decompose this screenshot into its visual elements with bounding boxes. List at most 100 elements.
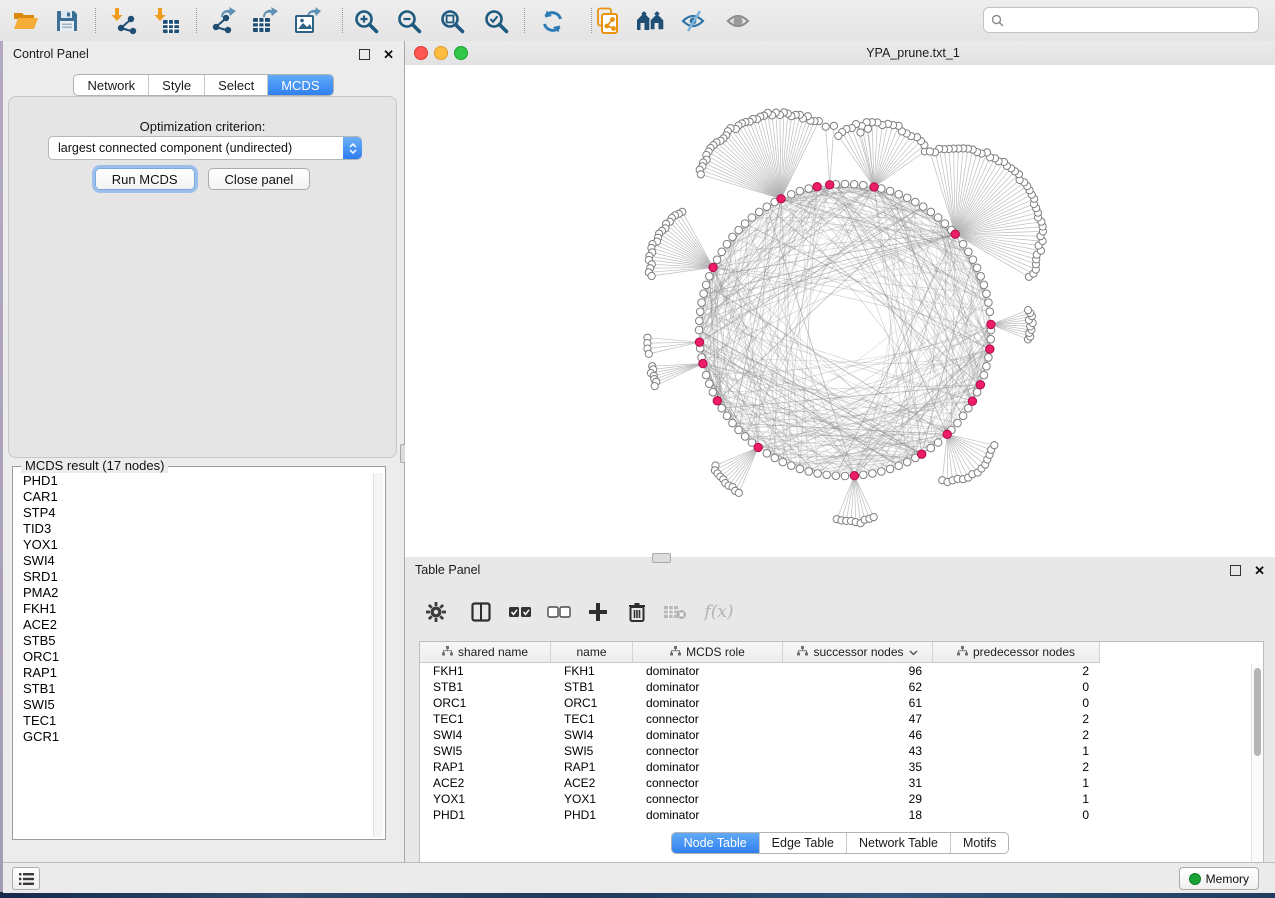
memory-button[interactable]: Memory [1179,867,1259,890]
run-mcds-button[interactable]: Run MCDS [95,168,195,190]
open-folder-icon[interactable] [11,6,41,36]
column-header-predecessor-nodes[interactable]: predecessor nodes [933,642,1100,663]
column-header-name[interactable]: name [551,642,633,663]
list-item[interactable]: YOX1 [23,537,373,553]
export-table-icon[interactable] [249,6,279,36]
refresh-layout-icon[interactable] [537,6,567,36]
list-item[interactable]: PHD1 [23,473,373,489]
tab-network[interactable]: Network [74,75,149,95]
network-title: YPA_prune.txt_1 [866,46,960,60]
zoom-out-icon[interactable] [394,6,424,36]
list-item[interactable]: STB5 [23,633,373,649]
column-header-mcds-role[interactable]: MCDS role [633,642,783,663]
import-table-icon[interactable] [152,6,182,36]
network-document-icon[interactable] [593,6,623,36]
show-graphics-icon[interactable] [724,6,754,36]
table-scrollbar-thumb[interactable] [1254,668,1261,756]
result-scrollbar[interactable] [373,473,383,837]
list-item[interactable]: SWI5 [23,697,373,713]
table-cell: PHD1 [551,807,633,823]
list-item[interactable]: SWI4 [23,553,373,569]
list-item[interactable]: STP4 [23,505,373,521]
criterion-value: largest connected component (undirected) [49,141,343,155]
hide-graphics-icon[interactable] [679,6,709,36]
table-row[interactable]: PHD1PHD1dominator180 [420,807,1263,823]
float-table-panel-icon[interactable] [1230,565,1241,576]
tab-motifs[interactable]: Motifs [951,833,1008,853]
table-cell: 96 [783,663,933,679]
close-table-panel-icon[interactable]: ✕ [1254,564,1265,577]
tab-network-table[interactable]: Network Table [847,833,951,853]
close-panel-icon[interactable]: ✕ [383,48,394,61]
column-header-shared-name[interactable]: shared name [420,642,551,663]
mcds-result-list: PHD1CAR1STP4TID3YOX1SWI4SRD1PMA2FKH1ACE2… [14,473,373,838]
table-row[interactable]: ORC1ORC1dominator610 [420,695,1263,711]
table-cell: SWI4 [551,727,633,743]
export-image-icon[interactable] [292,6,322,36]
export-network-icon[interactable] [207,6,237,36]
maximize-window-icon[interactable] [454,46,468,60]
float-panel-icon[interactable] [359,49,370,60]
list-item[interactable]: SRD1 [23,569,373,585]
table-row[interactable]: STB1STB1dominator620 [420,679,1263,695]
list-item[interactable]: GCR1 [23,729,373,745]
table-cell: FKH1 [420,663,551,679]
add-row-icon[interactable] [585,599,611,625]
search-field[interactable] [983,7,1259,33]
minimize-window-icon[interactable] [434,46,448,60]
control-panel-tabs: NetworkStyleSelectMCDS [73,74,333,96]
list-item[interactable]: CAR1 [23,489,373,505]
tab-style[interactable]: Style [149,75,205,95]
search-input[interactable] [1004,10,1258,30]
table-cell: RAP1 [551,759,633,775]
network-overview-icon[interactable] [636,6,666,36]
table-row[interactable]: ACE2ACE2connector311 [420,775,1263,791]
close-window-icon[interactable] [414,46,428,60]
select-all-checkboxes-icon[interactable] [507,599,533,625]
list-item[interactable]: RAP1 [23,665,373,681]
list-item[interactable]: TID3 [23,521,373,537]
list-item[interactable]: FKH1 [23,601,373,617]
import-network-icon[interactable] [109,6,139,36]
settings-gear-icon[interactable] [423,599,449,625]
task-history-button[interactable] [12,867,40,890]
table-cell: SWI5 [420,743,551,759]
zoom-selected-icon[interactable] [481,6,511,36]
table-cell: 31 [783,775,933,791]
table-cell: 61 [783,695,933,711]
zoom-in-icon[interactable] [351,6,381,36]
list-item[interactable]: ORC1 [23,649,373,665]
memory-status-icon [1189,873,1201,885]
zoom-fit-icon[interactable] [437,6,467,36]
delete-row-icon[interactable] [624,599,650,625]
table-row[interactable]: FKH1FKH1dominator962 [420,663,1263,679]
criterion-dropdown[interactable]: largest connected component (undirected) [48,136,362,160]
table-row[interactable]: TEC1TEC1connector472 [420,711,1263,727]
column-layout-icon[interactable] [468,599,494,625]
tab-select[interactable]: Select [205,75,268,95]
shared-column-icon [957,645,968,659]
table-row[interactable]: SWI4SWI4dominator462 [420,727,1263,743]
table-cell: ACE2 [420,775,551,791]
table-row[interactable]: RAP1RAP1dominator352 [420,759,1263,775]
table-row[interactable]: SWI5SWI5connector431 [420,743,1263,759]
table-row[interactable]: YOX1YOX1connector291 [420,791,1263,807]
table-cell: dominator [633,695,783,711]
tab-mcds[interactable]: MCDS [268,75,332,95]
network-canvas[interactable] [405,65,1275,557]
horizontal-splitter-handle[interactable] [652,553,671,563]
tab-node-table[interactable]: Node Table [672,833,760,853]
list-item[interactable]: ACE2 [23,617,373,633]
deselect-all-checkboxes-icon[interactable] [546,599,572,625]
column-header-successor-nodes[interactable]: successor nodes [783,642,933,663]
list-item[interactable]: PMA2 [23,585,373,601]
save-icon[interactable] [52,6,82,36]
list-item[interactable]: TEC1 [23,713,373,729]
tab-edge-table[interactable]: Edge Table [760,833,847,853]
table-cell: ACE2 [551,775,633,791]
close-panel-button[interactable]: Close panel [208,168,311,190]
table-cell: ORC1 [420,695,551,711]
list-item[interactable]: STB1 [23,681,373,697]
table-cell: 43 [783,743,933,759]
table-cell: 2 [933,759,1100,775]
